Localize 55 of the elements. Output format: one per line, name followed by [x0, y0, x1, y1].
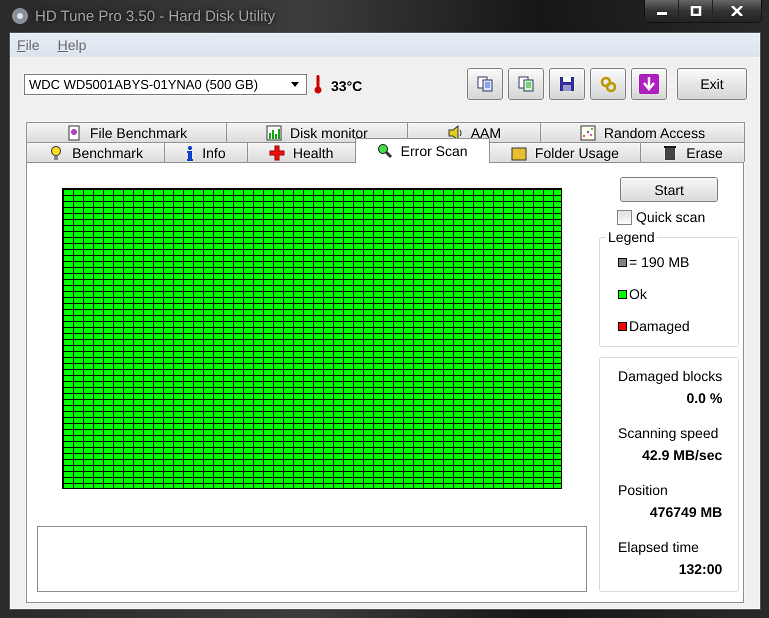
maximize-button[interactable]: [679, 0, 713, 22]
disk-icon: [11, 7, 29, 25]
stat-value: 42.9 MB/sec: [642, 447, 722, 463]
checkbox[interactable]: [617, 210, 632, 224]
thermometer-icon: [314, 74, 322, 94]
trash-icon: [662, 144, 678, 160]
speaker-icon: [446, 124, 463, 140]
info-icon: [186, 144, 194, 160]
stat-label: Scanning speed: [618, 425, 720, 441]
legend-label: Damaged: [629, 318, 690, 334]
temperature-reading: 33°C: [331, 78, 362, 94]
stat-label: Elapsed time: [618, 539, 700, 555]
legend-label: = 190 MB: [629, 254, 690, 270]
exit-button[interactable]: Exit: [677, 68, 747, 100]
drive-dropdown[interactable]: WDC WD5001ABYS-01YNA0 (500 GB): [24, 74, 307, 94]
tab[interactable]: Random Access: [540, 122, 746, 142]
scatter-plot-icon: [580, 124, 596, 140]
stat-label: Damaged blocks: [618, 368, 722, 384]
chain-icon: [599, 75, 617, 93]
stat-value: 476749 MB: [650, 504, 722, 520]
stat-value: 132:00: [678, 561, 722, 577]
document-icon: [66, 124, 82, 140]
tab[interactable]: Erase: [640, 142, 745, 162]
save-button[interactable]: [549, 68, 585, 100]
copy-button[interactable]: [508, 68, 544, 100]
options-button[interactable]: [590, 68, 626, 100]
stat-value: 0.0 %: [686, 390, 722, 406]
caret-icon: [291, 82, 299, 86]
tab[interactable]: Folder Usage: [488, 142, 642, 162]
window-title: HD Tune Pro 3.50 - Hard Disk Utility: [35, 8, 276, 24]
checkbox-label: Quick scan: [636, 209, 706, 225]
group-title: Legend: [606, 229, 657, 245]
tab[interactable]: Benchmark: [26, 142, 166, 162]
documents-icon: [476, 75, 494, 93]
minimize-button[interactable]: [645, 0, 679, 22]
copy-button[interactable]: [467, 68, 503, 100]
tab[interactable]: File Benchmark: [26, 122, 228, 142]
magnifier-icon: [376, 143, 393, 159]
legend-label: Ok: [629, 286, 647, 302]
bar-chart-icon: [266, 124, 282, 140]
tab[interactable]: Error Scan: [354, 138, 490, 163]
menu-item[interactable]: Help: [58, 37, 86, 53]
maximize-icon: [690, 6, 702, 16]
tab[interactable]: Disk monitor: [226, 122, 408, 142]
cross-icon: [268, 144, 285, 160]
menu-item[interactable]: File: [17, 37, 40, 53]
folder-icon: [510, 144, 527, 160]
tab[interactable]: Info: [164, 142, 248, 162]
stat-label: Position: [618, 482, 669, 498]
close-icon: [731, 6, 743, 16]
start-button[interactable]: Start: [620, 177, 718, 202]
tab[interactable]: Health: [246, 142, 356, 162]
documents-icon: [517, 75, 535, 93]
download-button[interactable]: [631, 68, 667, 100]
close-button[interactable]: [713, 0, 761, 22]
